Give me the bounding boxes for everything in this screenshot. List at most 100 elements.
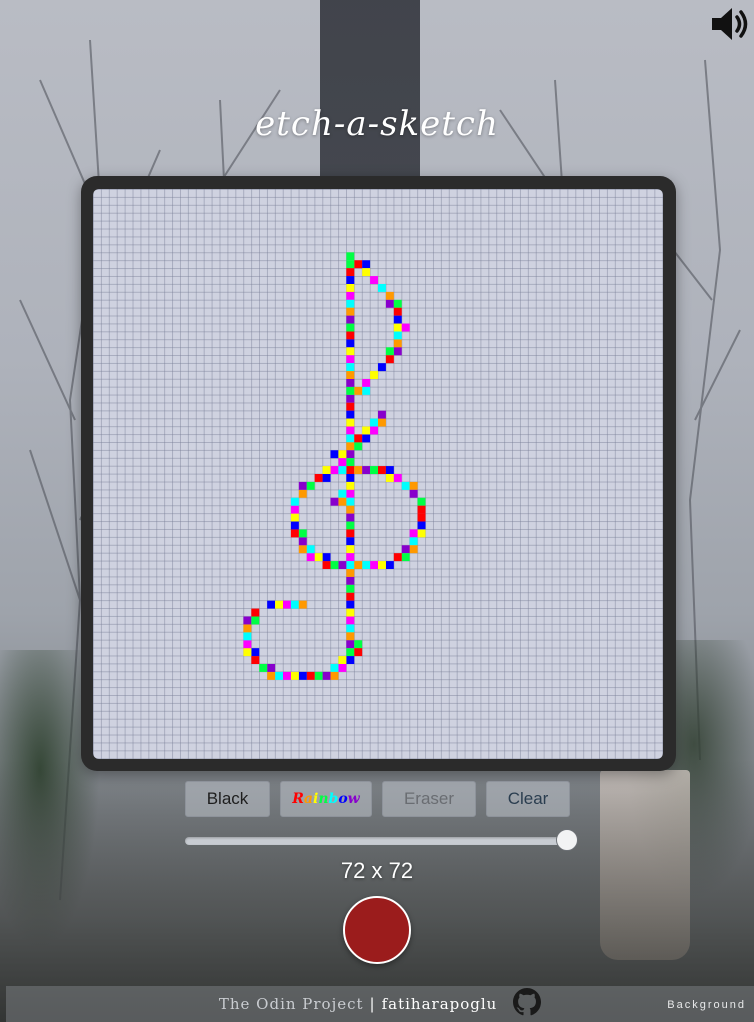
drawn-pixel (393, 339, 402, 348)
drawn-pixel (346, 426, 355, 435)
drawn-pixel (346, 600, 355, 609)
drawn-pixel (393, 553, 402, 562)
drawn-pixel (401, 553, 410, 562)
footer: The Odin Project | fatiharapoglu Backgroun… (6, 986, 754, 1022)
rainbow-letter: b (328, 791, 339, 807)
rainbow-label: Rainbow (292, 791, 359, 807)
drawn-pixel (338, 561, 347, 569)
drawn-pixel (243, 632, 252, 641)
drawn-pixel (385, 299, 394, 308)
background-link[interactable]: Background (667, 999, 746, 1011)
drawn-pixel (346, 616, 355, 625)
drawn-pixel (346, 323, 355, 332)
drawn-pixel (259, 664, 268, 672)
drawn-pixel (314, 474, 323, 482)
drawn-pixel (354, 434, 363, 443)
drawn-pixel (393, 307, 402, 316)
odin-project-link[interactable]: The Odin Project (219, 995, 364, 1013)
slider-track (185, 837, 570, 845)
drawn-pixel (330, 450, 339, 459)
drawn-pixel (393, 331, 402, 340)
github-icon[interactable] (513, 988, 542, 1016)
drawn-pixel (298, 671, 307, 680)
drawn-pixel (267, 600, 276, 609)
drawn-pixel (243, 648, 252, 657)
drawn-pixel (346, 252, 355, 261)
drawn-pixel (330, 497, 339, 506)
black-button[interactable]: Black (185, 781, 270, 817)
slider-thumb[interactable] (556, 829, 578, 851)
rainbow-button[interactable]: Rainbow (280, 781, 372, 817)
drawn-pixel (401, 545, 410, 554)
drawn-pixel (346, 505, 355, 514)
drawn-pixel (370, 466, 378, 474)
drawn-pixel (378, 410, 386, 419)
drawn-pixel (290, 505, 299, 514)
drawn-pixel (354, 442, 363, 451)
clear-button[interactable]: Clear (486, 781, 570, 817)
drawn-pixel (346, 513, 355, 522)
drawn-pixel (346, 284, 355, 292)
drawn-pixel (322, 561, 331, 569)
drawn-pixel (346, 386, 355, 395)
drawn-pixel (338, 664, 347, 672)
author-name[interactable]: fatiharapoglu (382, 995, 498, 1013)
drawn-pixel (354, 648, 363, 657)
drawn-pixel (385, 466, 394, 474)
drawn-pixel (346, 553, 355, 562)
drawn-pixel (243, 624, 252, 633)
drawn-pixel (370, 561, 378, 569)
drawn-pixel (378, 284, 386, 292)
drawn-pixel (346, 442, 355, 451)
drawn-pixel (338, 497, 347, 506)
footer-credits: The Odin Project | fatiharapoglu (6, 988, 754, 1016)
drawn-pixel (409, 537, 418, 546)
rainbow-letter: w (347, 791, 360, 807)
drawn-pixel (298, 529, 307, 538)
drawn-pixel (290, 600, 299, 609)
rainbow-letter: a (303, 791, 313, 807)
drawn-pixel (362, 260, 371, 269)
sketch-grid[interactable] (93, 189, 663, 759)
eraser-button[interactable]: Eraser (382, 781, 476, 817)
drawn-pixel (370, 276, 378, 284)
drawn-pixel (346, 521, 355, 530)
drawn-pixel (354, 260, 363, 269)
drawn-pixel (290, 497, 299, 506)
speaker-icon[interactable] (708, 2, 752, 46)
drawn-pixel (362, 466, 371, 474)
drawn-pixel (306, 553, 315, 562)
drawn-pixel (338, 489, 347, 498)
drawn-pixel (322, 474, 331, 482)
drawn-pixel (409, 489, 418, 498)
grid-size-label: 72 x 72 (340, 858, 414, 883)
grid-size-slider[interactable] (185, 829, 578, 851)
drawn-pixel (370, 418, 378, 427)
drawn-pixel (346, 355, 355, 364)
drawn-pixel (354, 561, 363, 569)
rainbow-letter: o (338, 791, 348, 807)
drawn-pixel (346, 347, 355, 356)
rainbow-letter: R (292, 791, 304, 807)
drawn-pixel (417, 513, 426, 522)
drawn-pixel (417, 497, 426, 506)
drawn-pixel (251, 616, 260, 625)
drawn-pixel (346, 584, 355, 593)
mode-buttons: Black Rainbow Eraser Clear (0, 781, 754, 817)
color-picker[interactable] (343, 896, 411, 964)
drawn-pixel (385, 561, 394, 569)
drawn-pixel (354, 466, 363, 474)
drawn-pixel (346, 656, 355, 664)
drawn-pixel (378, 561, 386, 569)
drawn-pixel (330, 664, 339, 672)
drawn-pixel (338, 466, 347, 474)
drawn-pixel (417, 505, 426, 514)
drawn-pixel (393, 323, 402, 332)
rainbow-letter: n (318, 791, 329, 807)
drawn-pixel (346, 481, 355, 490)
drawn-pixel (346, 592, 355, 601)
drawn-pixel (322, 466, 331, 474)
drawn-pixel (346, 394, 355, 403)
drawn-pixel (393, 315, 402, 324)
drawn-pixel (370, 426, 378, 435)
